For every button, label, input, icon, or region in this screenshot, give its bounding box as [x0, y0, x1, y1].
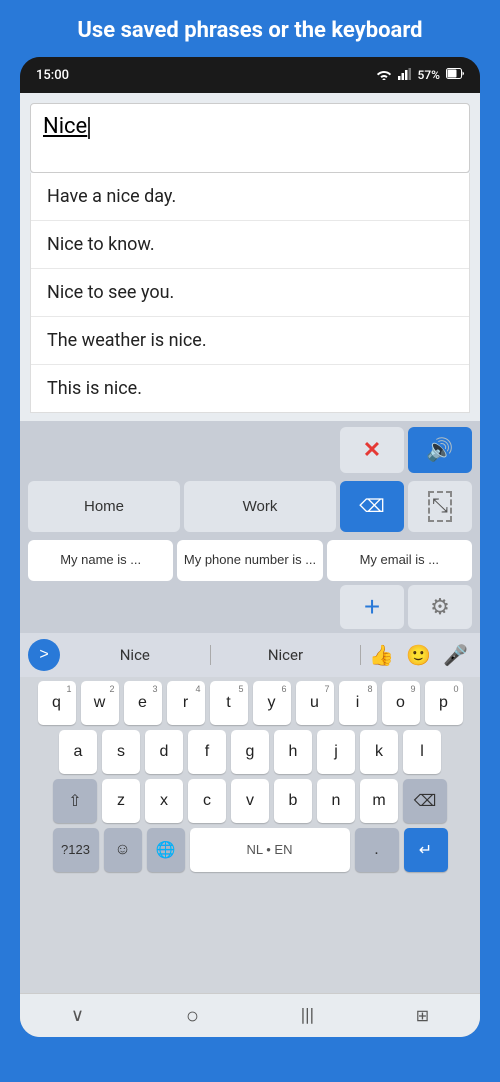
arrow-icon: >	[39, 646, 48, 664]
main-content: Nice Have a nice day. Nice to know. Nice…	[20, 93, 480, 1037]
signal-icon	[398, 68, 412, 83]
key-g[interactable]: g	[231, 730, 269, 774]
key-emoji[interactable]: ☺	[104, 828, 142, 872]
key-q[interactable]: 1q	[38, 681, 76, 725]
expand-icon: ⤡	[428, 491, 452, 522]
key-s[interactable]: s	[102, 730, 140, 774]
text-cursor	[88, 117, 90, 139]
keyboard-row-2: a s d f g h j k l	[24, 730, 476, 774]
key-e[interactable]: 3e	[124, 681, 162, 725]
key-h[interactable]: h	[274, 730, 312, 774]
suggestion-word-2[interactable]: Nicer	[215, 646, 357, 664]
phrases-row: My name is ... My phone number is ... My…	[20, 536, 480, 585]
key-t[interactable]: 5t	[210, 681, 248, 725]
key-b[interactable]: b	[274, 779, 312, 823]
wifi-icon	[376, 68, 392, 83]
autocomplete-item[interactable]: Nice to see you.	[31, 269, 469, 317]
nav-home[interactable]: ○	[186, 1003, 199, 1029]
close-icon: ✕	[363, 437, 381, 463]
key-m[interactable]: m	[360, 779, 398, 823]
my-name-phrase-button[interactable]: My name is ...	[28, 540, 173, 581]
key-a[interactable]: a	[59, 730, 97, 774]
suggestion-divider	[210, 645, 211, 665]
suggestion-word-1[interactable]: Nice	[64, 646, 206, 664]
top-title-bar: Use saved phrases or the keyboard	[0, 0, 500, 57]
nav-recents[interactable]: |||	[301, 1005, 314, 1026]
status-icons: 57%	[376, 68, 464, 83]
my-email-phrase-button[interactable]: My email is ...	[327, 540, 472, 581]
key-x[interactable]: x	[145, 779, 183, 823]
typed-text[interactable]: Nice	[43, 114, 87, 139]
nav-keyboard-hide[interactable]: ⊞	[416, 1006, 429, 1025]
key-numbers[interactable]: ?123	[53, 828, 99, 872]
key-p[interactable]: 0p	[425, 681, 463, 725]
action-buttons-row: ✕ 🔊	[20, 421, 480, 477]
bottom-nav: ∨ ○ ||| ⊞	[20, 993, 480, 1037]
key-l[interactable]: l	[403, 730, 441, 774]
key-space[interactable]: NL • EN	[190, 828, 350, 872]
battery-icon	[446, 68, 464, 82]
status-bar: 15:00 57%	[20, 57, 480, 93]
key-k[interactable]: k	[360, 730, 398, 774]
suggestion-divider-2	[360, 645, 361, 665]
key-j[interactable]: j	[317, 730, 355, 774]
keyboard-section: ✕ 🔊 Home Work ⌫ ⤡ My name is ...	[20, 421, 480, 1037]
battery-percent: 57%	[418, 68, 440, 82]
emoji-thumbsup[interactable]: 👍	[365, 643, 398, 667]
key-w[interactable]: 2w	[81, 681, 119, 725]
home-tab[interactable]: Home	[28, 481, 180, 532]
autocomplete-item[interactable]: Have a nice day.	[31, 173, 469, 221]
plus-icon: +	[364, 591, 380, 623]
autocomplete-item[interactable]: This is nice.	[31, 365, 469, 412]
speaker-icon: 🔊	[426, 437, 453, 463]
my-phone-phrase-button[interactable]: My phone number is ...	[177, 540, 322, 581]
autocomplete-item[interactable]: Nice to know.	[31, 221, 469, 269]
time-display: 15:00	[36, 68, 69, 83]
text-input-area[interactable]: Nice	[30, 103, 470, 173]
keyboard-row-4: ?123 ☺ 🌐 NL • EN . ↵	[24, 828, 476, 872]
page-title: Use saved phrases or the keyboard	[77, 18, 422, 43]
key-n[interactable]: n	[317, 779, 355, 823]
key-backspace[interactable]: ⌫	[403, 779, 447, 823]
key-globe[interactable]: 🌐	[147, 828, 185, 872]
close-button[interactable]: ✕	[340, 427, 404, 473]
keyboard-rows: 1q 2w 3e 4r 5t 6y 7u 8i 9o 0p a s d f	[20, 677, 480, 993]
key-o[interactable]: 9o	[382, 681, 420, 725]
backspace-button[interactable]: ⌫	[340, 481, 404, 532]
add-phrase-button[interactable]: +	[340, 585, 404, 629]
key-y[interactable]: 6y	[253, 681, 291, 725]
nav-chevron-down[interactable]: ∨	[71, 1005, 84, 1026]
tabs-row: Home Work ⌫ ⤡	[20, 477, 480, 536]
mic-button[interactable]: 🎤	[439, 643, 472, 667]
keyboard-row-3: ⇧ z x c v b n m ⌫	[24, 779, 476, 823]
key-v[interactable]: v	[231, 779, 269, 823]
settings-button[interactable]: ⚙	[408, 585, 472, 629]
keyboard-row-1: 1q 2w 3e 4r 5t 6y 7u 8i 9o 0p	[24, 681, 476, 725]
key-d[interactable]: d	[145, 730, 183, 774]
key-r[interactable]: 4r	[167, 681, 205, 725]
key-enter[interactable]: ↵	[404, 828, 448, 872]
key-z[interactable]: z	[102, 779, 140, 823]
key-f[interactable]: f	[188, 730, 226, 774]
work-tab[interactable]: Work	[184, 481, 336, 532]
gear-icon: ⚙	[430, 594, 450, 620]
key-shift[interactable]: ⇧	[53, 779, 97, 823]
phone-frame: 15:00 57%	[20, 57, 480, 1037]
key-period[interactable]: .	[355, 828, 399, 872]
autocomplete-dropdown: Have a nice day. Nice to know. Nice to s…	[30, 173, 470, 413]
autocomplete-item[interactable]: The weather is nice.	[31, 317, 469, 365]
suggestion-bar: > Nice Nicer 👍 🙂 🎤	[20, 633, 480, 677]
key-i[interactable]: 8i	[339, 681, 377, 725]
speaker-button[interactable]: 🔊	[408, 427, 472, 473]
backspace-icon: ⌫	[359, 496, 384, 517]
suggestion-arrow-button[interactable]: >	[28, 639, 60, 671]
key-c[interactable]: c	[188, 779, 226, 823]
emoji-smile[interactable]: 🙂	[402, 643, 435, 667]
key-u[interactable]: 7u	[296, 681, 334, 725]
expand-button[interactable]: ⤡	[408, 481, 472, 532]
